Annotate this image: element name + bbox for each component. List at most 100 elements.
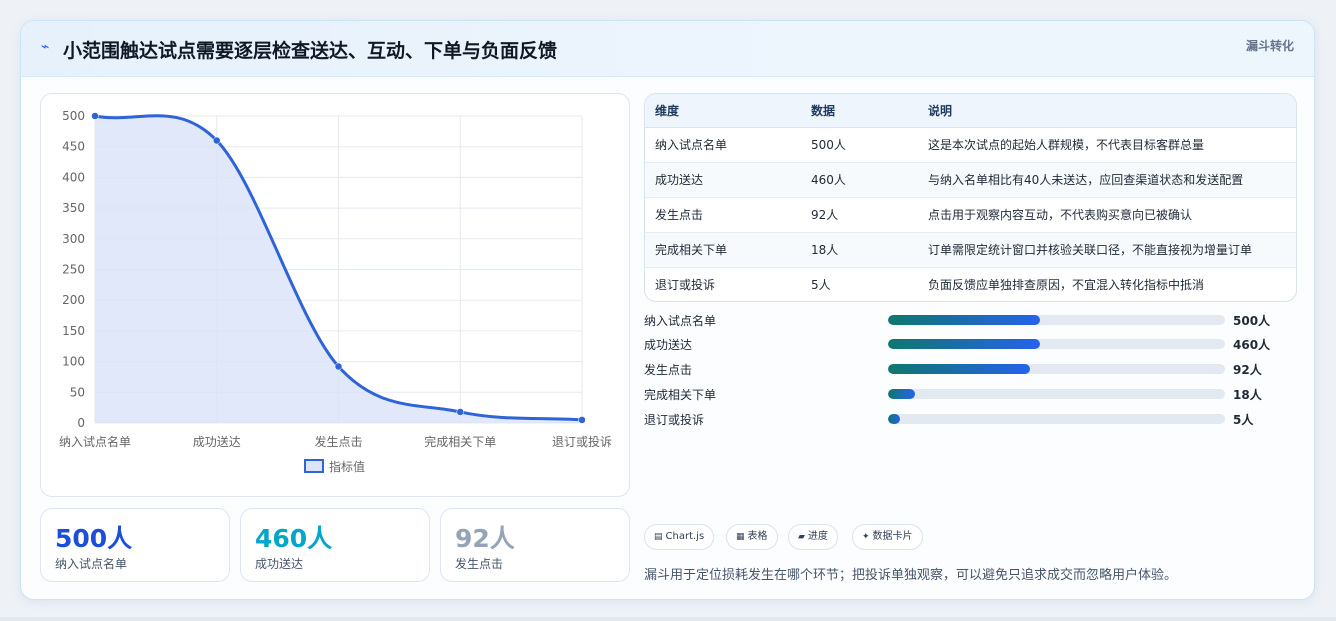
progress-label: 退订或投诉 [644,413,705,427]
progress-row: 成功送达 460人 [644,335,1297,355]
y-tick-label: 100 [62,355,85,369]
column-header: 维度 [645,94,801,128]
data-point [91,112,99,120]
legend-swatch [304,459,324,473]
progress-track [888,339,1225,349]
progress-label: 发生点击 [644,363,693,377]
column-header: 数据 [801,94,918,128]
y-tick-label: 300 [62,232,85,246]
progress-label: 完成相关下单 [644,388,717,402]
cell-note: 点击用于观察内容互动，不代表购买意向已被确认 [918,197,1296,233]
card-icon: ✦ [862,532,870,542]
data-point [334,362,343,371]
cell-value: 5人 [811,278,831,293]
table-row: 纳入试点名单 500人 这是本次试点的起始人群规模，不代表目标客群总量 [645,127,1296,163]
progress-row: 发生点击 92人 [644,360,1297,380]
cell-note: 负面反馈应单独排查原因，不宜混入转化指标中抵消 [928,278,1205,293]
cell-value: 500人 [801,127,918,163]
chart-svg: 0 50 100 150 200 250 300 350 400 450 500 纳入试点名单 成功送达… [59,109,612,474]
progress-value: 500人 [1233,314,1271,328]
chip-label: 进度 [807,531,828,542]
progress-row: 纳入试点名单 500人 [644,311,1297,331]
cell-dimension: 纳入试点名单 [645,127,801,163]
cell-value: 460人 [801,162,918,198]
cell-note: 与纳入名单相比有40人未送达，应回查渠道状态和发送配置 [918,162,1296,198]
x-tick-label: 发生点击 [314,434,362,449]
cell-dimension: 完成相关下单 [645,232,801,268]
progress-track [888,364,1225,374]
y-tick-label: 350 [62,201,85,215]
progress-label: 成功送达 [644,338,693,352]
cell-value: 92人 [801,197,918,233]
table-icon: ▦ [736,532,745,542]
stat-card-enrolled: 500人 纳入试点名单 [40,508,230,582]
progress-fill [888,389,915,399]
chart-icon: ▤ [654,532,663,542]
progress-row: 完成相关下单 18人 [644,385,1297,405]
progress-fill [888,414,900,424]
funnel-line-chart: 0 50 100 150 200 250 300 350 400 450 500 纳入试点名单 成功送达… [40,93,630,497]
progress-value: 92人 [1233,363,1262,377]
footer-note: 漏斗用于定位损耗发生在哪个环节；把投诉单独观察，可以避免只追求成交而忽略用户体验… [644,568,1178,583]
progress-value: 460人 [1233,338,1271,352]
x-tick-label: 退订或投诉 [552,434,612,449]
data-point [213,136,221,145]
stat-label: 成功送达 [255,557,304,571]
data-point [578,416,586,424]
page-bottom-border [0,617,1336,621]
y-tick-label: 400 [62,170,85,184]
chip-progress[interactable]: ▰ 进度 [788,524,838,550]
chip-data-card[interactable]: ✦ 数据卡片 [852,524,923,550]
stat-label: 发生点击 [455,557,504,571]
y-tick-label: 50 [70,385,85,399]
progress-value: 18人 [1233,388,1262,402]
x-tick-label: 成功送达 [193,434,241,449]
table-row: 成功送达 460人 与纳入名单相比有40人未送达，应回查渠道状态和发送配置 [645,162,1296,198]
stat-label: 纳入试点名单 [55,557,128,571]
chip-chartjs[interactable]: ▤ Chart.js [644,524,715,550]
progress-fill [888,339,1040,349]
stat-card-delivered: 460人 成功送达 [240,508,430,582]
x-tick-label: 完成相关下单 [424,434,496,449]
cell-value: 18人 [801,232,918,268]
progress-track [888,389,1225,399]
y-tick-label: 250 [62,263,85,277]
cell-note: 订单需限定统计窗口并核验关联口径，不能直接视为增量订单 [918,232,1296,268]
y-tick-label: 0 [77,416,85,430]
progress-row: 退订或投诉 5人 [644,410,1297,430]
stat-value: 500人 [55,524,133,553]
table-row: 发生点击 92人 点击用于观察内容互动，不代表购买意向已被确认 [645,197,1296,233]
cell-dimension: 成功送达 [645,162,801,198]
progress-track [888,315,1225,325]
cell-dimension: 退订或投诉 [655,278,716,293]
stat-value: 460人 [255,524,333,553]
chip-table[interactable]: ▦ 表格 [726,524,778,550]
page-title: 小范围触达试点需要逐层检查送达、互动、下单与负面反馈 [63,40,558,62]
progress-fill [888,315,1040,325]
stat-card-clicked: 92人 发生点击 [440,508,630,582]
table-row: 退订或投诉 5人 负面反馈应单独排查原因，不宜混入转化指标中抵消 [645,267,1296,301]
y-tick-label: 450 [62,140,85,154]
data-table: 维度 数据 说明 纳入试点名单 500人 这是本次试点的起始人群规模，不代表目标… [644,93,1297,302]
chip-label: 表格 [747,531,768,542]
x-tick-label: 纳入试点名单 [59,434,131,449]
table-row: 完成相关下单 18人 订单需限定统计窗口并核验关联口径，不能直接视为增量订单 [645,232,1296,268]
y-tick-label: 500 [62,109,85,123]
chip-label: 数据卡片 [872,531,913,542]
cell-dimension: 发生点击 [645,197,801,233]
progress-fill [888,364,1030,374]
legend-label: 指标值 [329,459,365,474]
card-header: ⌁ 小范围触达试点需要逐层检查送达、互动、下单与负面反馈 漏斗转化 [21,21,1314,77]
column-header: 说明 [918,94,1296,128]
y-tick-label: 200 [62,293,85,307]
chip-label: Chart.js [665,531,705,542]
dashboard-card: ⌁ 小范围触达试点需要逐层检查送达、互动、下单与负面反馈 漏斗转化 0 50 100… [20,20,1315,600]
data-point [456,408,464,416]
y-tick-label: 150 [62,324,85,338]
table-header-row: 维度 数据 说明 [645,94,1296,128]
category-tag: 漏斗转化 [1245,39,1294,53]
stat-value: 92人 [455,524,515,553]
progress-icon: ▰ [798,532,805,542]
progress-track [888,414,1225,424]
cell-note: 这是本次试点的起始人群规模，不代表目标客群总量 [918,127,1296,163]
